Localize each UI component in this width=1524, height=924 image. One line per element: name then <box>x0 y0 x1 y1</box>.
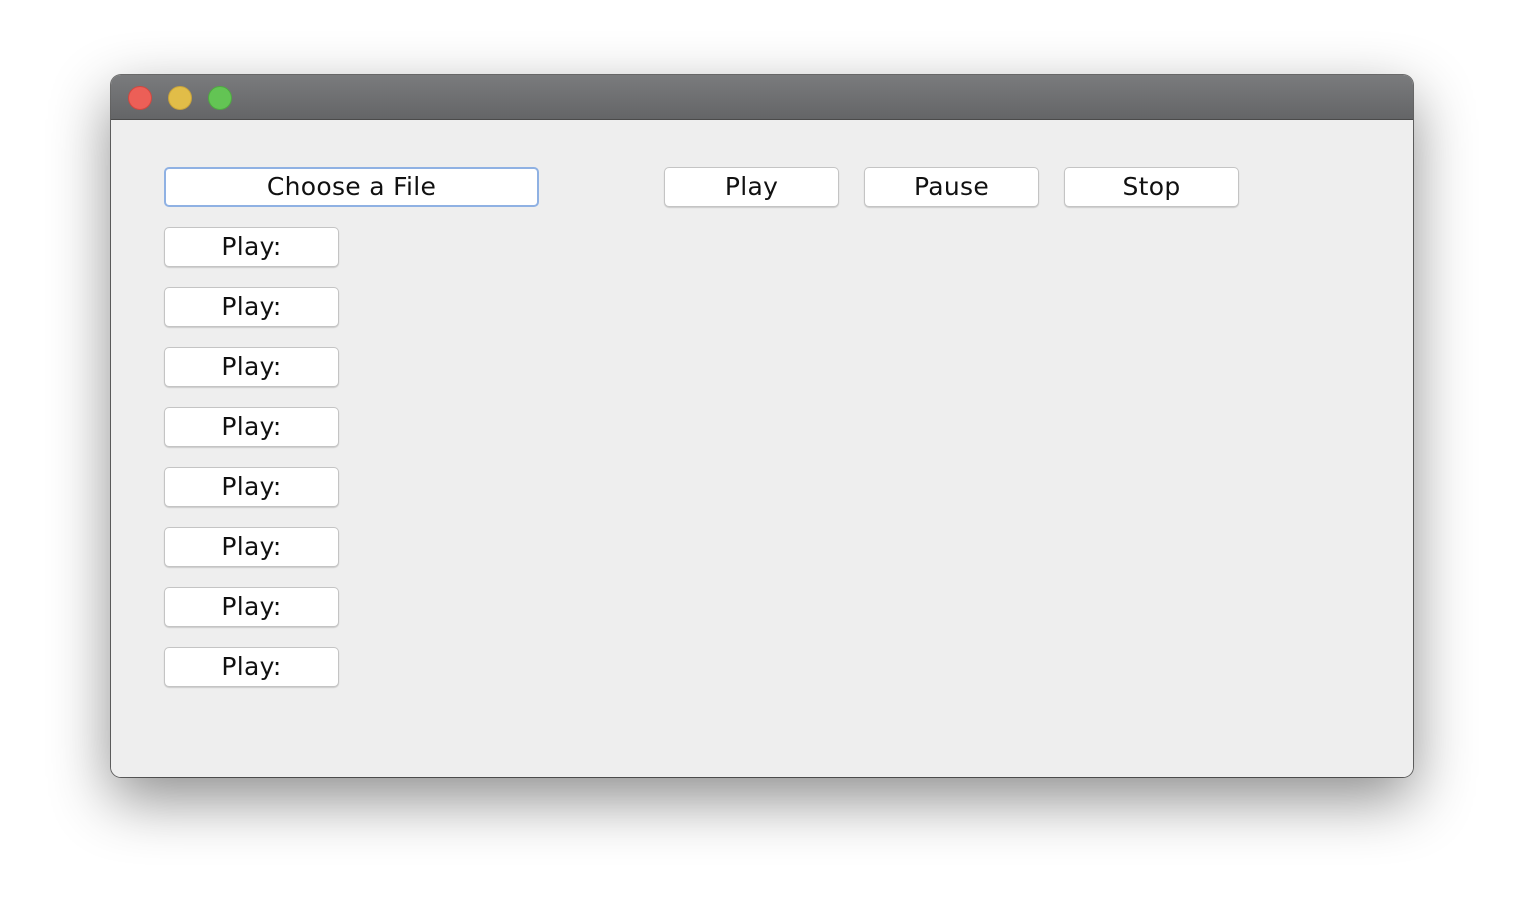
play-button[interactable]: Play <box>664 167 839 207</box>
track-play-button-1[interactable]: Play: <box>164 227 339 267</box>
track-play-button-4[interactable]: Play: <box>164 407 339 447</box>
minimize-window-button[interactable] <box>168 86 192 110</box>
track-play-button-6[interactable]: Play: <box>164 527 339 567</box>
track-play-button-2[interactable]: Play: <box>164 287 339 327</box>
main-panel: Choose a File Play Pause Stop Play: Play… <box>111 120 1413 777</box>
stop-button[interactable]: Stop <box>1064 167 1239 207</box>
pause-button[interactable]: Pause <box>864 167 1039 207</box>
title-bar[interactable] <box>111 75 1413 120</box>
track-play-button-5[interactable]: Play: <box>164 467 339 507</box>
close-window-button[interactable] <box>128 86 152 110</box>
app-window: Choose a File Play Pause Stop Play: Play… <box>111 75 1413 777</box>
track-play-button-7[interactable]: Play: <box>164 587 339 627</box>
track-play-button-8[interactable]: Play: <box>164 647 339 687</box>
choose-file-button[interactable]: Choose a File <box>164 167 539 207</box>
zoom-window-button[interactable] <box>208 86 232 110</box>
track-play-button-3[interactable]: Play: <box>164 347 339 387</box>
